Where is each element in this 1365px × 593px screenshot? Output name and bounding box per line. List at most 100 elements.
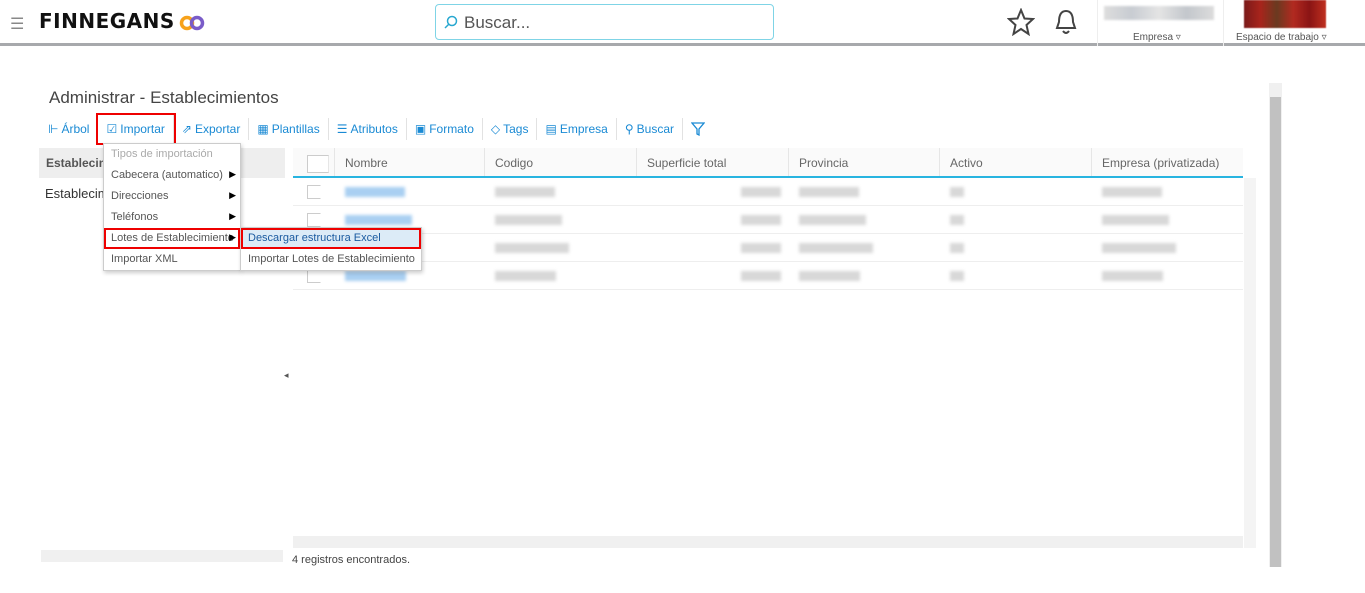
table-cell — [485, 262, 637, 289]
table-cell — [940, 234, 1092, 261]
logo[interactable]: FINNEGANS — [39, 9, 205, 33]
grid-v-scrollbar[interactable] — [1244, 178, 1256, 548]
table-cell — [789, 234, 940, 261]
collapse-handle[interactable]: ◂ — [284, 370, 289, 381]
redacted-value — [799, 215, 866, 225]
menu-item-import-lotes[interactable]: Importar Lotes de Establecimiento — [241, 249, 421, 270]
column-activo[interactable]: Activo — [940, 148, 1092, 176]
tags-button[interactable]: ◇ Tags — [483, 118, 538, 140]
column-nombre[interactable]: Nombre — [335, 148, 485, 176]
status-text: 4 registros encontrados. — [292, 554, 411, 566]
table-cell — [1092, 234, 1243, 261]
menu-item-lotes[interactable]: Lotes de Establecimiento ▶ — [104, 228, 240, 249]
row-checkbox[interactable] — [307, 213, 321, 227]
table-cell — [637, 178, 789, 205]
redacted-value — [799, 187, 859, 197]
redacted-value — [495, 271, 556, 281]
attributes-button[interactable]: ☰ Atributos — [329, 118, 407, 140]
redacted-value — [950, 215, 964, 225]
redacted-value — [799, 243, 873, 253]
workspace-dropdown[interactable]: Espacio de trabajo ▿ — [1236, 32, 1327, 43]
page-title: Administrar - Establecimientos — [49, 88, 279, 107]
arrow-right-icon: ▶ — [229, 211, 236, 221]
menu-item-telefonos[interactable]: Teléfonos ▶ — [104, 207, 240, 228]
redacted-value — [741, 243, 781, 253]
menu-item-direcciones[interactable]: Direcciones ▶ — [104, 186, 240, 207]
table-cell — [637, 262, 789, 289]
export-button[interactable]: ⇗ Exportar — [174, 118, 250, 140]
format-button[interactable]: ▣ Formato — [407, 118, 483, 140]
arrow-right-icon: ▶ — [229, 190, 236, 200]
format-icon: ▣ — [414, 122, 427, 136]
menu-item-cabecera[interactable]: Cabecera (automatico) ▶ — [104, 165, 240, 186]
grid-header: Nombre Codigo Superficie total Provincia… — [293, 148, 1243, 178]
search-button[interactable]: ⚲ Buscar — [617, 118, 683, 140]
table-cell — [293, 178, 335, 205]
star-icon[interactable] — [1007, 8, 1035, 36]
table-cell — [789, 262, 940, 289]
redacted-value — [495, 243, 569, 253]
menu-item-download-excel[interactable]: Descargar estructura Excel — [241, 228, 421, 249]
page-scrollbar[interactable] — [1269, 83, 1282, 567]
tree-button[interactable]: ⊩ Árbol — [40, 118, 99, 140]
row-checkbox[interactable] — [307, 185, 321, 199]
menu-icon[interactable]: ☰ — [10, 14, 24, 34]
search-input[interactable]: Buscar... — [435, 4, 774, 40]
redacted-value — [741, 215, 781, 225]
empresa-dropdown[interactable]: Empresa ▿ — [1133, 32, 1181, 43]
table-cell — [789, 206, 940, 233]
row-checkbox[interactable] — [307, 269, 321, 283]
bell-icon[interactable] — [1054, 8, 1078, 36]
column-provincia[interactable]: Provincia — [789, 148, 940, 176]
list-icon: ☰ — [336, 122, 348, 136]
redacted-value — [345, 215, 412, 225]
import-button[interactable]: ☑ Importar — [96, 113, 176, 145]
redacted-value — [1102, 243, 1176, 253]
table-cell — [485, 206, 637, 233]
table-cell — [335, 178, 485, 205]
filter-icon — [691, 122, 705, 136]
redacted-value — [950, 271, 964, 281]
redacted-value — [345, 271, 406, 281]
empresa-button[interactable]: ▤ Empresa — [537, 118, 617, 140]
company-name — [1104, 6, 1214, 20]
column-empresa[interactable]: Empresa (privatizada) — [1092, 148, 1243, 176]
table-row[interactable] — [293, 262, 1243, 290]
table-cell — [1092, 178, 1243, 205]
redacted-value — [495, 215, 562, 225]
menu-item-xml[interactable]: Importar XML — [104, 249, 240, 270]
redacted-value — [799, 271, 860, 281]
tree-icon: ⊩ — [48, 122, 59, 136]
table-cell — [940, 206, 1092, 233]
logo-icon — [179, 15, 205, 30]
redacted-value — [950, 187, 964, 197]
search-icon — [444, 15, 458, 29]
templates-button[interactable]: ▦ Plantillas — [249, 118, 329, 140]
arrow-right-icon: ▶ — [229, 232, 236, 242]
table-row[interactable] — [293, 178, 1243, 206]
column-superficie[interactable]: Superficie total — [637, 148, 789, 176]
redacted-value — [1102, 215, 1169, 225]
redacted-value — [495, 187, 555, 197]
redacted-value — [1102, 271, 1163, 281]
table-cell — [637, 206, 789, 233]
import-menu: Tipos de importación Cabecera (automatic… — [103, 143, 241, 271]
menu-header: Tipos de importación — [111, 148, 213, 160]
table-row[interactable] — [293, 234, 1243, 262]
data-grid: Nombre Codigo Superficie total Provincia… — [293, 148, 1243, 536]
redacted-value — [345, 187, 405, 197]
top-bar: ☰ FINNEGANS Buscar... Empresa ▿ Espacio … — [0, 0, 1365, 46]
table-cell — [1092, 206, 1243, 233]
redacted-value — [1102, 187, 1162, 197]
select-all-checkbox[interactable] — [307, 155, 329, 173]
column-codigo[interactable]: Codigo — [485, 148, 637, 176]
tree-scrollbar[interactable] — [41, 550, 283, 562]
scrollbar-thumb[interactable] — [1270, 97, 1281, 567]
table-cell — [637, 234, 789, 261]
table-row[interactable] — [293, 206, 1243, 234]
arrow-right-icon: ▶ — [229, 169, 236, 179]
filter-button[interactable] — [683, 118, 713, 140]
table-cell — [485, 178, 637, 205]
lotes-submenu: Descargar estructura Excel Importar Lote… — [240, 227, 422, 271]
grid-h-scrollbar[interactable] — [293, 536, 1243, 548]
